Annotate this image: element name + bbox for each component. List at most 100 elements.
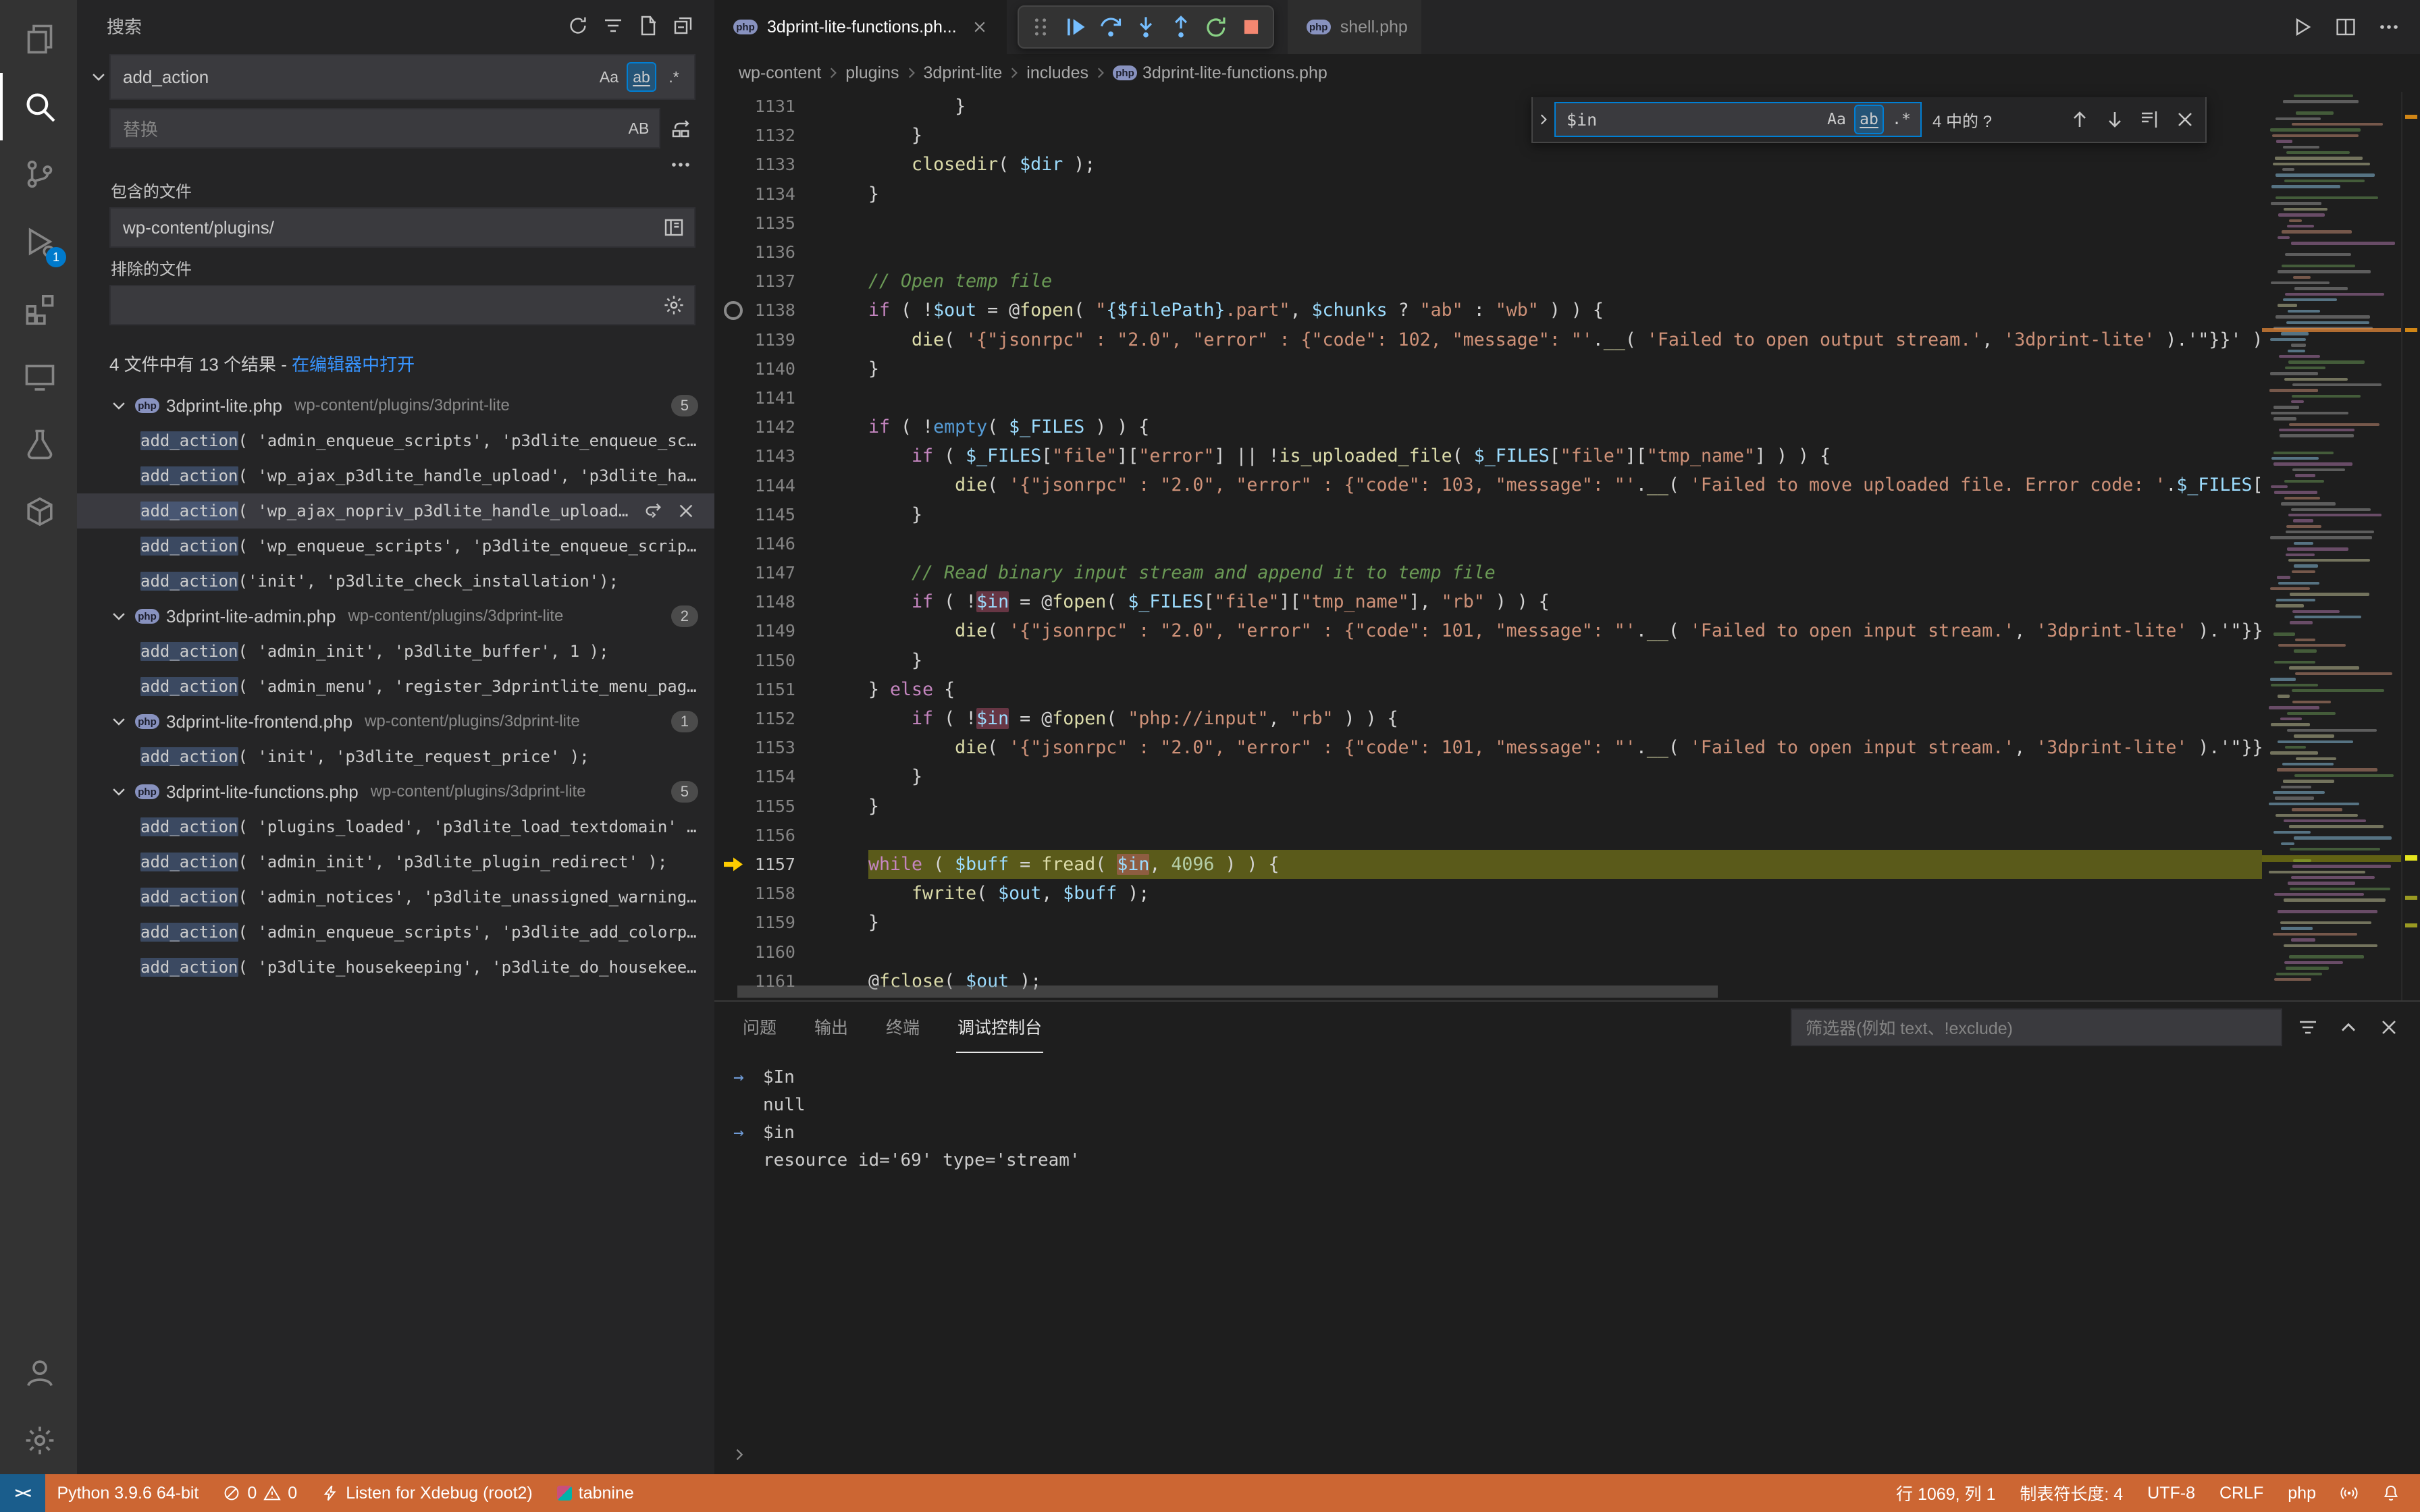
- collapse-all-icon[interactable]: [668, 11, 698, 40]
- tab-output[interactable]: 输出: [813, 1002, 849, 1053]
- replace-input[interactable]: 替换 AB: [109, 108, 660, 148]
- status-problems[interactable]: 00: [211, 1474, 309, 1512]
- split-editor-icon[interactable]: [2331, 12, 2361, 42]
- whole-word-icon[interactable]: ab: [1854, 105, 1884, 134]
- step-over-icon[interactable]: [1093, 9, 1128, 45]
- gutter-row[interactable]: 1137: [714, 267, 868, 296]
- activity-extensions-icon[interactable]: [0, 275, 77, 343]
- gutter-row[interactable]: 1160: [714, 937, 868, 966]
- gutter-row[interactable]: 1146: [714, 529, 868, 558]
- search-match-row[interactable]: add_action( 'plugins_loaded', 'p3dlite_l…: [77, 809, 714, 844]
- search-match-row[interactable]: add_action( 'wp_enqueue_scripts', 'p3dli…: [77, 529, 714, 564]
- status-notifications[interactable]: [2370, 1474, 2412, 1512]
- activity-testing-icon[interactable]: [0, 410, 77, 478]
- regex-icon[interactable]: .*: [1887, 105, 1916, 134]
- gutter-row[interactable]: 1154: [714, 762, 868, 791]
- gutter-row[interactable]: 1136: [714, 238, 868, 267]
- status-eol[interactable]: CRLF: [2207, 1474, 2276, 1512]
- preserve-case-icon[interactable]: AB: [624, 113, 654, 143]
- search-match-row[interactable]: add_action( 'admin_enqueue_scripts', 'p3…: [77, 423, 714, 458]
- gutter-row[interactable]: 1138: [714, 296, 868, 325]
- search-input[interactable]: add_action Aa ab .*: [109, 54, 695, 100]
- tab-3dprint-lite-functions[interactable]: 3dprint-lite-functions.ph...: [714, 0, 1007, 54]
- activity-explorer-icon[interactable]: [0, 5, 77, 73]
- gutter-row[interactable]: 1153: [714, 733, 868, 762]
- gutter-row[interactable]: 1159: [714, 908, 868, 937]
- step-into-icon[interactable]: [1128, 9, 1163, 45]
- gutter-row[interactable]: 1155: [714, 792, 868, 821]
- gutter-row[interactable]: 1142: [714, 412, 868, 441]
- match-case-icon[interactable]: Aa: [594, 62, 624, 92]
- status-tab-size[interactable]: 制表符长度: 4: [2007, 1474, 2135, 1512]
- activity-settings-icon[interactable]: [0, 1407, 77, 1474]
- search-match-row[interactable]: add_action( 'admin_notices', 'p3dlite_un…: [77, 880, 714, 915]
- breadcrumb-item[interactable]: 3dprint-lite: [924, 63, 1003, 83]
- status-xdebug-listen[interactable]: Listen for Xdebug (root2): [309, 1474, 545, 1512]
- open-new-search-editor-icon[interactable]: [633, 11, 663, 40]
- exclude-settings-icon[interactable]: [659, 290, 689, 320]
- breadcrumb-item[interactable]: includes: [1026, 63, 1088, 83]
- search-file-row[interactable]: 3dprint-lite-functions.phpwp-content/plu…: [77, 774, 714, 809]
- breadcrumb-item[interactable]: plugins: [845, 63, 899, 83]
- status-encoding[interactable]: UTF-8: [2135, 1474, 2207, 1512]
- gutter-row[interactable]: 1139: [714, 325, 868, 354]
- tab-problems[interactable]: 问题: [741, 1002, 778, 1053]
- status-python-version[interactable]: Python 3.9.6 64-bit: [45, 1474, 211, 1512]
- toggle-replace-icon[interactable]: [88, 54, 109, 333]
- replace-all-icon[interactable]: [666, 113, 695, 143]
- more-actions-icon[interactable]: [2374, 12, 2404, 42]
- tab-debug-console[interactable]: 调试控制台: [956, 1002, 1043, 1053]
- breadcrumb-item[interactable]: wp-content: [739, 63, 821, 83]
- gutter-row[interactable]: 1140: [714, 354, 868, 383]
- gutter-row[interactable]: 1133: [714, 150, 868, 179]
- arrow-up-icon[interactable]: [2065, 105, 2095, 134]
- dismiss-icon[interactable]: [671, 496, 701, 526]
- close-tab-icon[interactable]: [966, 14, 993, 40]
- editor-gutter[interactable]: 1131113211331134113511361137113811391140…: [714, 92, 868, 1000]
- gutter-row[interactable]: 1135: [714, 209, 868, 238]
- horizontal-scrollbar[interactable]: [737, 986, 1718, 998]
- find-input[interactable]: $in Aa ab .*: [1554, 102, 1922, 137]
- whole-word-icon[interactable]: ab: [627, 62, 656, 92]
- find-toggle-replace-icon[interactable]: [1533, 97, 1554, 142]
- breadcrumb-item[interactable]: 3dprint-lite-functions.php: [1113, 63, 1327, 83]
- gutter-row[interactable]: 1152: [714, 704, 868, 733]
- search-match-row[interactable]: add_action( 'wp_ajax_p3dlite_handle_uplo…: [77, 458, 714, 493]
- find-in-selection-icon[interactable]: [2135, 105, 2165, 134]
- status-tabnine[interactable]: tabnine: [545, 1474, 646, 1512]
- status-cursor-position[interactable]: 行 1069, 列 1: [1884, 1474, 2007, 1512]
- refresh-icon[interactable]: [563, 11, 593, 40]
- replace-icon[interactable]: [639, 496, 668, 526]
- search-match-row[interactable]: add_action( 'init', 'p3dlite_request_pri…: [77, 739, 714, 774]
- console-filter-input[interactable]: 筛选器(例如 text、!exclude): [1791, 1008, 2282, 1046]
- open-in-editor-link[interactable]: 在编辑器中打开: [292, 354, 415, 375]
- gutter-row[interactable]: 1156: [714, 821, 868, 850]
- search-file-row[interactable]: 3dprint-lite-frontend.phpwp-content/plug…: [77, 704, 714, 739]
- stop-icon[interactable]: [1234, 9, 1269, 45]
- overview-ruler[interactable]: [2401, 92, 2420, 1000]
- close-panel-icon[interactable]: [2374, 1013, 2404, 1042]
- search-match-row[interactable]: add_action( 'admin_menu', 'register_3dpr…: [77, 669, 714, 704]
- tab-terminal[interactable]: 终端: [885, 1002, 921, 1053]
- search-match-row[interactable]: add_action( 'admin_enqueue_scripts', 'p3…: [77, 915, 714, 950]
- search-match-row[interactable]: add_action( 'wp_ajax_nopriv_p3dlite_hand…: [77, 493, 714, 529]
- activity-accounts-icon[interactable]: [0, 1339, 77, 1407]
- files-include-input[interactable]: wp-content/plugins/: [109, 207, 695, 248]
- restart-icon[interactable]: [1199, 9, 1234, 45]
- panel-menu-icon[interactable]: [2293, 1013, 2323, 1042]
- activity-search-icon[interactable]: [0, 73, 77, 140]
- continue-icon[interactable]: [1058, 9, 1093, 45]
- console-input-chevron[interactable]: [731, 1446, 748, 1463]
- gutter-row[interactable]: 1132: [714, 121, 868, 150]
- step-out-icon[interactable]: [1163, 9, 1199, 45]
- clear-search-results-icon[interactable]: [598, 11, 628, 40]
- status-feedback[interactable]: [2328, 1474, 2370, 1512]
- code-lines[interactable]: } } closedir( $dir );}// Open temp filei…: [868, 92, 2262, 1000]
- gutter-row[interactable]: 1158: [714, 879, 868, 908]
- debug-console[interactable]: →$Innull→$inresource id='69' type='strea…: [714, 1053, 2420, 1474]
- gutter-row[interactable]: 1148: [714, 587, 868, 616]
- remote-indicator[interactable]: ><: [0, 1474, 45, 1512]
- regex-icon[interactable]: .*: [659, 62, 689, 92]
- search-match-row[interactable]: add_action( 'admin_init', 'p3dlite_buffe…: [77, 634, 714, 669]
- tab-shell-php[interactable]: shell.php: [1288, 0, 1421, 54]
